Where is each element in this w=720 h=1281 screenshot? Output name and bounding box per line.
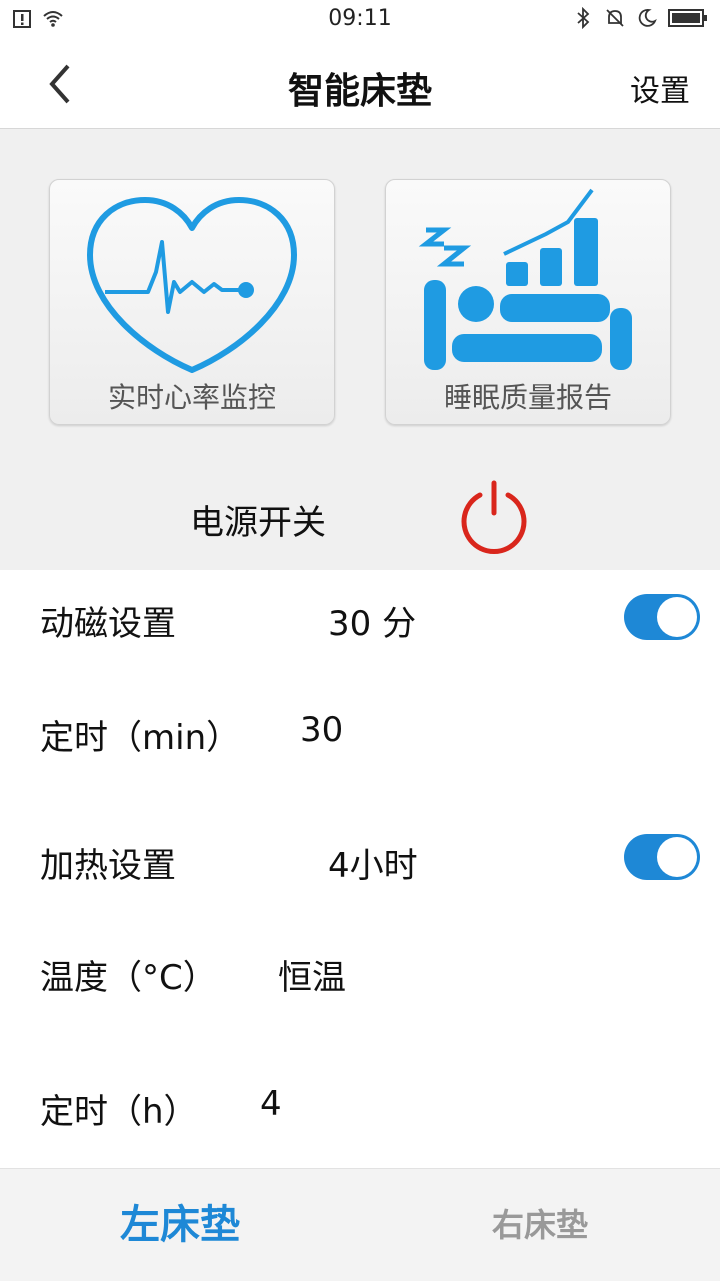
settings-button[interactable]: 设置: [630, 66, 690, 110]
power-icon[interactable]: [456, 479, 532, 555]
temperature-label: 温度（°C）: [40, 958, 217, 998]
status-right-icons: [572, 7, 708, 29]
timer-min-row: 定时（min） 30: [0, 692, 720, 772]
magnetic-toggle[interactable]: [624, 594, 700, 640]
sleep-report-icon: [418, 188, 632, 370]
power-row: 电源开关: [0, 459, 720, 554]
temperature-value[interactable]: 恒温: [278, 950, 346, 999]
timer-min-value[interactable]: 30: [300, 710, 343, 750]
heart-rate-icon: [87, 197, 297, 373]
tab-left-mattress[interactable]: 左床垫: [0, 1169, 360, 1281]
mute-bell-icon: [606, 9, 624, 27]
toggle-knob: [657, 837, 697, 877]
power-label: 电源开关: [190, 503, 326, 543]
page-title: 智能床垫: [287, 71, 432, 112]
bottom-tab-bar: 左床垫 右床垫: [0, 1168, 720, 1281]
feature-panel: 实时心率监控 睡眠质量报告 电源开关: [0, 129, 720, 570]
battery-icon: [668, 9, 707, 27]
timer-min-label: 定时（min）: [40, 718, 241, 758]
tab-right-mattress[interactable]: 右床垫: [360, 1169, 720, 1281]
magnetic-setting-row: 动磁设置 30 分: [0, 578, 720, 658]
heart-rate-label: 实时心率监控: [107, 381, 276, 414]
heart-rate-monitor-card[interactable]: 实时心率监控: [49, 179, 335, 425]
sleep-report-label: 睡眠质量报告: [443, 381, 612, 414]
temperature-row: 温度（°C） 恒温: [0, 932, 720, 1012]
bluetooth-icon: [577, 7, 590, 29]
timer-h-value[interactable]: 4: [260, 1084, 282, 1124]
moon-icon: [638, 9, 657, 27]
heating-value[interactable]: 4小时: [328, 838, 418, 887]
magnetic-label: 动磁设置: [40, 604, 176, 644]
timer-h-row: 定时（h） 4: [0, 1066, 720, 1146]
status-bar: 09:11: [0, 0, 720, 40]
sleep-report-card[interactable]: 睡眠质量报告: [385, 179, 671, 425]
app-header: 智能床垫 设置: [0, 40, 720, 129]
heating-setting-row: 加热设置 4小时: [0, 820, 720, 900]
toggle-knob: [657, 597, 697, 637]
heating-label: 加热设置: [40, 846, 176, 886]
magnetic-value[interactable]: 30 分: [328, 596, 416, 645]
heating-toggle[interactable]: [624, 834, 700, 880]
timer-h-label: 定时（h）: [40, 1092, 198, 1132]
